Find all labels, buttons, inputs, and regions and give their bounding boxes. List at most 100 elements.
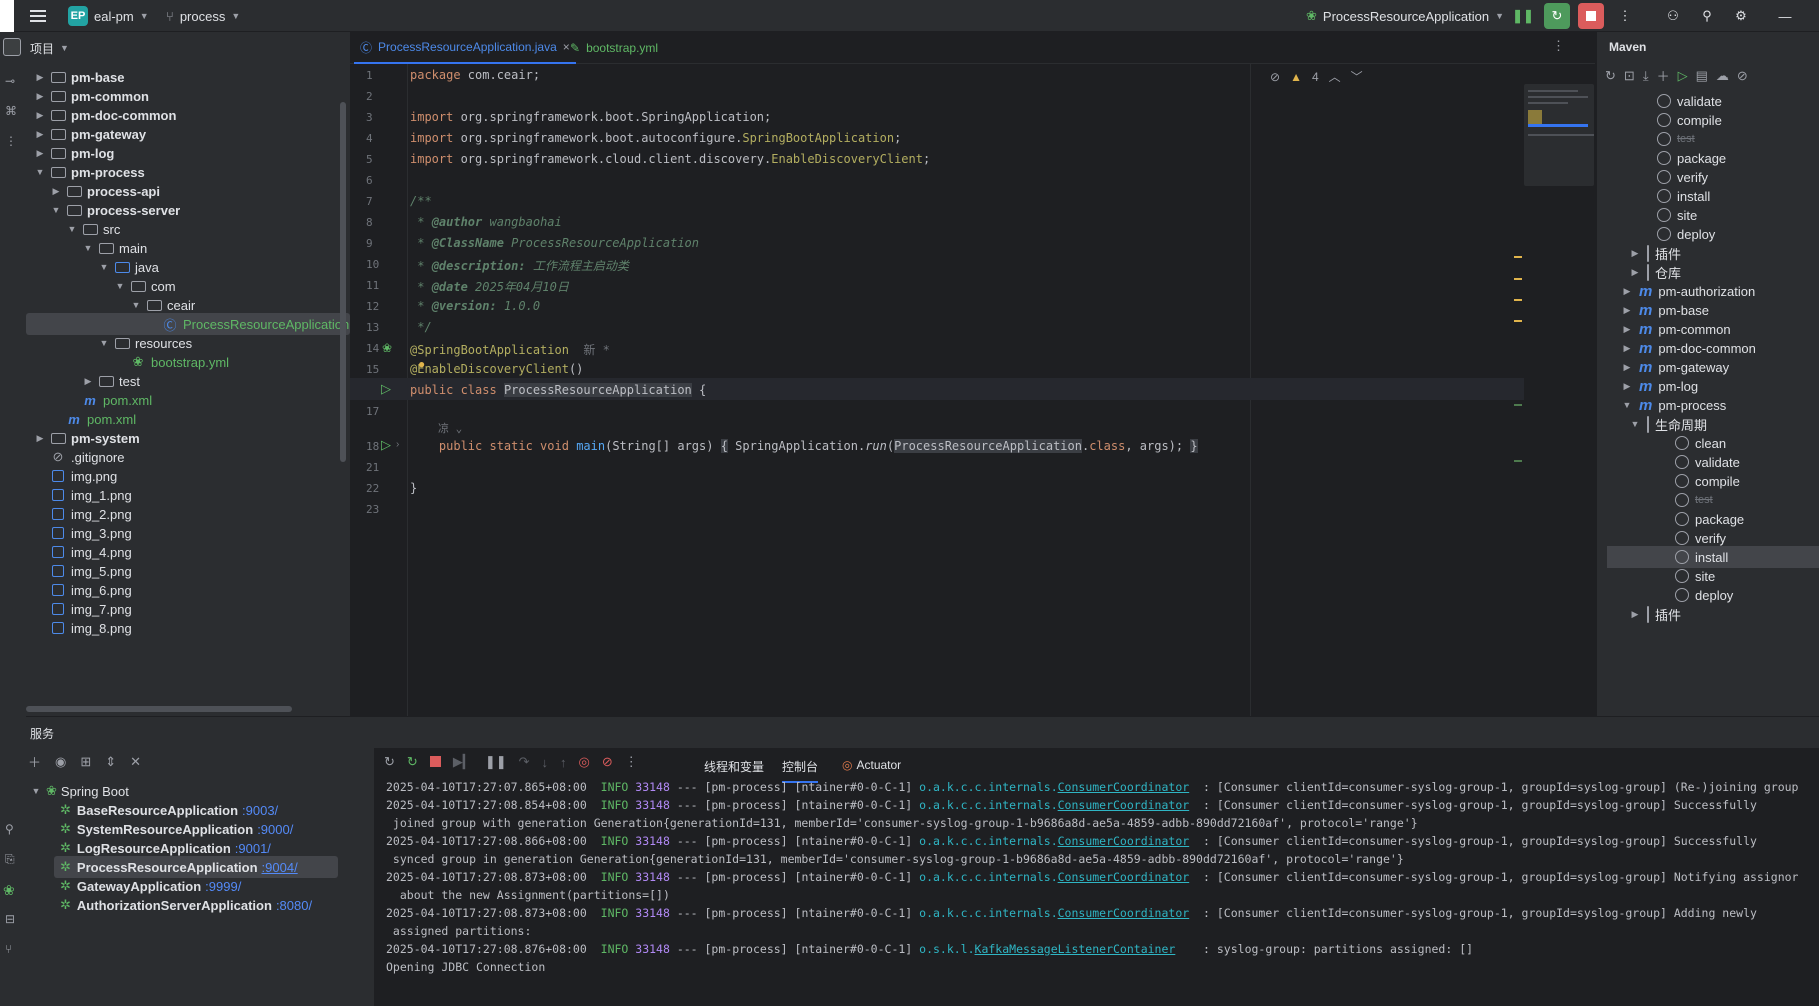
chevron-down-icon[interactable]: ▼ — [1629, 419, 1641, 429]
chevron-right-icon[interactable]: ▶ — [50, 186, 62, 197]
chevron-down-icon[interactable]: ▼ — [50, 205, 62, 215]
chevron-right-icon[interactable]: ▶ — [1621, 362, 1633, 373]
rerun-failed-icon[interactable]: ↻ — [407, 754, 418, 770]
spring-bean-icon[interactable]: ❀ — [382, 341, 392, 355]
chevron-right-icon[interactable]: ▶ — [1629, 267, 1641, 278]
code-line-14[interactable]: @SpringBootApplication 新 * — [410, 341, 610, 358]
chevron-down-icon[interactable]: ▼ — [98, 338, 110, 348]
project-tool-icon[interactable] — [3, 38, 21, 56]
log-class[interactable]: KafkaMessageListenerContainer — [975, 942, 1176, 956]
service-port-link[interactable]: :9003/ — [242, 803, 278, 818]
skip-tests-icon[interactable]: ⊘ — [1737, 68, 1748, 84]
code-line-3[interactable]: import org.springframework.boot.SpringAp… — [410, 110, 771, 124]
chevron-right-icon[interactable]: ▶ — [1621, 324, 1633, 335]
code-line-10[interactable]: * @description: 工作流程主启动类 — [410, 257, 629, 274]
pause-icon[interactable]: ❚❚ — [485, 754, 507, 770]
branch-switcher[interactable]: ⑂ process ▼ — [166, 0, 240, 32]
change-marker[interactable] — [1514, 404, 1522, 406]
service-port-link[interactable]: :9000/ — [257, 822, 293, 837]
log-class[interactable]: ConsumerCoordinator — [1058, 834, 1190, 848]
change-marker[interactable] — [1514, 460, 1522, 462]
chevron-right-icon[interactable]: ▶ — [34, 433, 46, 444]
chevron-down-icon[interactable]: ▼ — [66, 224, 78, 234]
chevron-right-icon[interactable]: ▶ — [34, 148, 46, 159]
tab-process-resource-application[interactable]: Ⓒ ProcessResourceApplication.java × — [354, 32, 576, 64]
warning-marker[interactable] — [1514, 278, 1522, 280]
code-line-15[interactable]: @EnableDiscoveryClient() — [410, 362, 583, 376]
inspection-widget[interactable]: ⊘ ▲ 4 ︿ ﹀ — [1270, 68, 1363, 85]
project-scrollbar[interactable] — [340, 102, 346, 462]
chevron-down-icon[interactable]: ▼ — [30, 786, 42, 796]
new-tab-icon[interactable]: ⊞ — [80, 754, 91, 770]
chevron-right-icon[interactable]: ▶ — [34, 91, 46, 102]
reload-icon[interactable]: ↻ — [1605, 68, 1616, 84]
code-line-1[interactable]: package com.ceair; — [410, 68, 540, 82]
more-icon[interactable]: ⋮ — [1552, 38, 1565, 54]
step-out-icon[interactable]: ↑ — [560, 755, 567, 770]
run-icon[interactable]: ▷ — [1678, 68, 1688, 84]
step-into-icon[interactable]: ↓ — [542, 755, 549, 770]
problems-tool-icon[interactable]: ⊟ — [5, 912, 15, 926]
chevron-down-icon[interactable]: ▼ — [82, 243, 94, 253]
reload-folder-icon[interactable]: ⊡ — [1624, 68, 1635, 84]
code-minimap[interactable] — [1524, 84, 1594, 186]
minimize-icon[interactable]: — — [1772, 3, 1798, 29]
service-app-item[interactable]: ✲ AuthorizationServerApplication:8080/ — [54, 894, 338, 916]
more-icon[interactable]: ⋮ — [625, 754, 638, 770]
services-tool-icon[interactable]: ❀ — [3, 882, 15, 899]
code-line-13[interactable]: */ — [410, 320, 431, 334]
tree-item[interactable]: img_8.png — [26, 617, 350, 639]
chevron-right-icon[interactable]: ▶ — [1621, 286, 1633, 297]
code-line-4[interactable]: import org.springframework.boot.autoconf… — [410, 131, 901, 145]
rerun-icon[interactable]: ↻ — [1544, 3, 1570, 29]
stop-icon[interactable] — [1578, 3, 1604, 29]
log-class[interactable]: ConsumerCoordinator — [1058, 798, 1190, 812]
chevron-down-icon[interactable]: ▼ — [98, 262, 110, 272]
tab-threads-variables[interactable]: 线程和变量 — [704, 758, 764, 775]
pause-icon[interactable]: ❚❚ — [1510, 3, 1536, 29]
collapse-all-icon[interactable]: ✕ — [130, 754, 141, 770]
usages-inlay-hint[interactable]: 凉 ⌄ — [438, 420, 462, 436]
chevron-right-icon[interactable]: ▶ — [1621, 305, 1633, 316]
project-switcher[interactable]: EP eal-pm ▼ — [68, 0, 149, 32]
warning-marker[interactable] — [1514, 320, 1522, 322]
settings-icon[interactable]: ⚙ — [1728, 3, 1754, 29]
chevron-right-icon[interactable]: ▶ — [1621, 381, 1633, 392]
chevron-down-icon[interactable]: ▼ — [130, 300, 142, 310]
code-line-18[interactable]: public static void main(String[] args) {… — [410, 439, 1198, 453]
step-over-icon[interactable]: ↷ — [519, 754, 530, 770]
service-port-link[interactable]: :9001/ — [235, 841, 271, 856]
code-line-8[interactable]: * @author wangbaohai — [410, 215, 562, 229]
resume-icon[interactable]: ▶▎ — [453, 754, 473, 770]
more-tools-icon[interactable]: ⋮ — [5, 134, 17, 148]
service-port-link[interactable]: :9004/ — [262, 860, 298, 875]
chevron-right-icon[interactable]: ▶ — [34, 129, 46, 140]
log-class[interactable]: ConsumerCoordinator — [1058, 906, 1190, 920]
fold-icon[interactable]: › — [396, 439, 399, 450]
chevron-down-icon[interactable]: ▼ — [1621, 400, 1633, 410]
search-icon[interactable]: ⚲ — [1694, 3, 1720, 29]
project-hscrollbar[interactable] — [26, 706, 292, 712]
lightbulb-icon[interactable]: ● — [418, 357, 425, 371]
run-tool-icon[interactable]: ⎘ — [5, 852, 15, 867]
log-class[interactable]: ConsumerCoordinator — [1058, 780, 1190, 794]
code-line-16[interactable]: public class ProcessResourceApplication … — [410, 383, 706, 397]
mute-breakpoints-icon[interactable]: ⊘ — [602, 754, 613, 770]
tab-bootstrap-yml[interactable]: ✎ bootstrap.yml — [564, 32, 664, 64]
code-line-11[interactable]: * @date 2025年04月10日 — [410, 278, 569, 295]
warning-marker[interactable] — [1514, 299, 1522, 301]
chevron-right-icon[interactable]: ▶ — [1629, 609, 1641, 620]
chevron-right-icon[interactable]: ▶ — [34, 110, 46, 121]
run-main-icon[interactable]: ▷ — [381, 437, 391, 453]
view-icon[interactable]: ◉ — [55, 754, 66, 770]
execute-goal-icon[interactable]: ▤ — [1696, 68, 1708, 84]
add-icon[interactable]: ＋ — [1657, 66, 1670, 85]
add-service-icon[interactable]: ＋ — [28, 752, 41, 771]
chevron-right-icon[interactable]: ▶ — [34, 72, 46, 83]
download-icon[interactable]: ⤓ — [1643, 68, 1649, 84]
project-panel-header[interactable]: 项目 ▼ — [26, 32, 350, 64]
git-tool-icon[interactable]: ⑂ — [5, 942, 12, 956]
run-config-selector[interactable]: ❀ ProcessResourceApplication ▼ — [1306, 0, 1504, 32]
offline-icon[interactable]: ☁ — [1716, 68, 1729, 84]
service-port-link[interactable]: :9999/ — [205, 879, 241, 894]
